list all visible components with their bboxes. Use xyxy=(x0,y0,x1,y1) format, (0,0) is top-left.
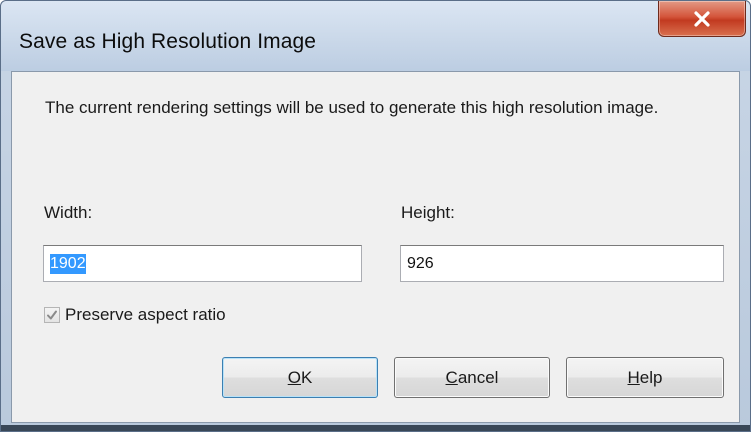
checkmark-icon xyxy=(47,310,57,320)
ok-label: K xyxy=(300,367,313,387)
preserve-aspect-ratio-checkbox[interactable]: Preserve aspect ratio xyxy=(44,305,226,325)
dialog-window: Save as High Resolution Image The curren… xyxy=(0,0,751,432)
help-label: elp xyxy=(639,367,663,387)
ok-button[interactable]: OK xyxy=(222,357,378,398)
height-value: 926 xyxy=(407,254,434,272)
close-icon xyxy=(694,10,710,27)
height-label: Height: xyxy=(401,203,455,222)
preserve-aspect-ratio-label: Preserve aspect ratio xyxy=(65,305,226,324)
cancel-button[interactable]: Cancel xyxy=(394,357,550,398)
width-input[interactable]: 1902 xyxy=(43,245,362,282)
close-button[interactable] xyxy=(658,1,746,37)
help-mnemonic: H xyxy=(627,367,640,387)
info-message: The current rendering settings will be u… xyxy=(45,98,659,117)
cancel-label: ancel xyxy=(457,367,499,387)
checkbox-box[interactable] xyxy=(44,307,60,323)
ok-mnemonic: O xyxy=(287,367,301,387)
height-input[interactable]: 926 xyxy=(400,245,724,282)
help-button[interactable]: Help xyxy=(566,357,724,398)
width-label: Width: xyxy=(44,203,93,222)
window-title: Save as High Resolution Image xyxy=(19,30,317,53)
cancel-mnemonic: C xyxy=(445,367,458,387)
width-value: 1902 xyxy=(50,253,86,274)
title-bar[interactable]: Save as High Resolution Image xyxy=(1,1,750,71)
dialog-content: The current rendering settings will be u… xyxy=(11,71,740,423)
